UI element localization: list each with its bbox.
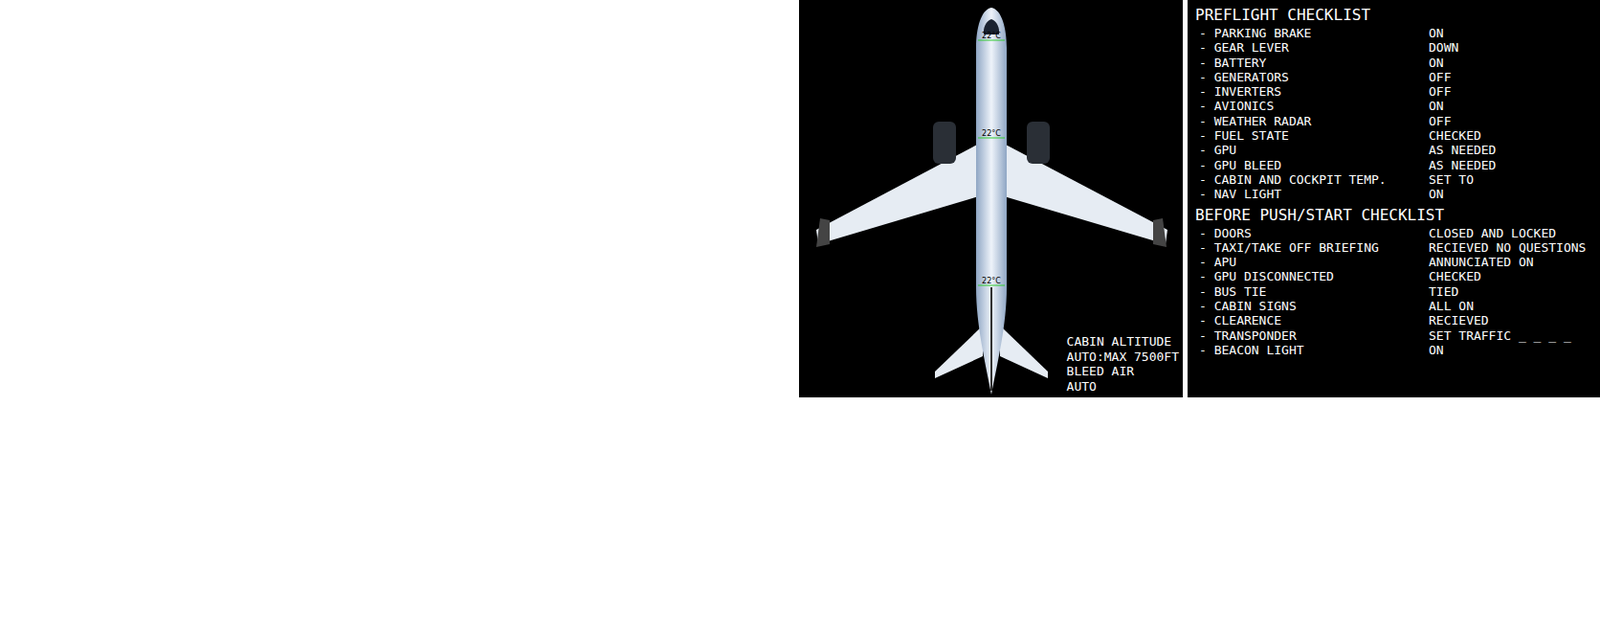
- item-value: AS NEEDED: [1428, 157, 1597, 173]
- checklist-row: - INVERTERS OFF: [1195, 84, 1597, 99]
- checklist-row: - GPU DISCONNECTED CHECKED: [1195, 268, 1597, 284]
- checklist-row: - FUEL STATE CHECKED: [1195, 128, 1597, 143]
- checklist-row: - PARKING BRAKE ON: [1195, 25, 1597, 41]
- checklist-row: - BATTERY ON: [1195, 55, 1597, 70]
- item-label: - APU: [1199, 254, 1429, 269]
- item-label: - GPU: [1199, 142, 1429, 157]
- item-value: ON: [1428, 186, 1597, 201]
- checklist-row: - DOORS CLOSED AND LOCKED: [1195, 225, 1597, 241]
- item-value: OFF: [1428, 113, 1597, 129]
- item-label: - DOORS: [1199, 225, 1429, 241]
- item-label: - GENERATORS: [1199, 69, 1429, 85]
- item-label: - FUEL STATE: [1199, 128, 1429, 143]
- item-value: CLOSED AND LOCKED: [1428, 225, 1597, 241]
- item-label: - GPU DISCONNECTED: [1199, 268, 1429, 284]
- item-value: RECIEVED: [1428, 312, 1597, 328]
- info-line: AUTO:MAX 7500FT: [1066, 349, 1179, 365]
- item-label: - INVERTERS: [1199, 84, 1429, 99]
- checklist-row: - CABIN AND COCKPIT TEMP. SET TO: [1195, 172, 1597, 187]
- item-value: SET TRAFFIC _ _ _ _: [1428, 328, 1597, 343]
- page: 22°C 22°C 22°C CABIN ALTITUDEAUTO:MAX 7500…: [0, 0, 1600, 632]
- checklist-row: - TAXI/TAKE OFF BRIEFING RECIEVED NO QUE…: [1195, 240, 1597, 255]
- item-value: ON: [1428, 98, 1597, 113]
- zone-temp: 22°C: [981, 129, 1001, 138]
- checklist-title: BEFORE PUSH/START CHECKLIST: [1195, 205, 1597, 225]
- checklist-row: - BUS TIE TIED: [1195, 284, 1597, 299]
- checklist-row: - GENERATORS OFF: [1195, 69, 1597, 85]
- checklist-row: - GPU BLEED AS NEEDED: [1195, 157, 1597, 173]
- item-value: ALL ON: [1428, 298, 1597, 313]
- item-value: ON: [1428, 25, 1597, 41]
- item-value: TIED: [1428, 284, 1597, 299]
- zone-temp: 22°C: [981, 31, 1001, 41]
- item-value: OFF: [1428, 69, 1597, 85]
- checklist-row: - GEAR LEVER DOWN: [1195, 40, 1597, 55]
- checklist-row: - TRANSPONDER SET TRAFFIC _ _ _ _: [1195, 328, 1597, 343]
- item-value: DOWN: [1428, 40, 1597, 55]
- item-value: CHECKED: [1428, 128, 1597, 143]
- item-value: ANNUNCIATED ON: [1428, 254, 1597, 269]
- item-label: - CLEARENCE: [1199, 312, 1429, 328]
- item-label: - TRANSPONDER: [1199, 328, 1429, 343]
- checklist-title: PREFLIGHT CHECKLIST: [1195, 5, 1597, 25]
- air-info: CABIN ALTITUDEAUTO:MAX 7500FTBLEED AIRAU…: [1066, 333, 1179, 394]
- info-line: BLEED AIR: [1066, 363, 1179, 379]
- item-label: - NAV LIGHT: [1199, 186, 1429, 201]
- item-label: - WEATHER RADAR: [1199, 113, 1429, 129]
- checklist-row: - NAV LIGHT ON: [1195, 186, 1597, 201]
- item-value: ON: [1428, 55, 1597, 70]
- item-value: AS NEEDED: [1428, 142, 1597, 157]
- item-label: - CABIN SIGNS: [1199, 298, 1429, 313]
- checklist-row: - CABIN SIGNS ALL ON: [1195, 298, 1597, 313]
- info-line: AUTO: [1066, 378, 1179, 395]
- item-label: - BUS TIE: [1199, 284, 1429, 299]
- item-value: RECIEVED NO QUESTIONS: [1428, 240, 1597, 255]
- checklist-row: - AVIONICS ON: [1195, 98, 1597, 113]
- item-value: ON: [1428, 342, 1597, 357]
- item-value: CHECKED: [1428, 268, 1597, 284]
- item-label: - BATTERY: [1199, 55, 1429, 70]
- item-value: SET TO: [1428, 172, 1597, 187]
- checklist-row: - CLEARENCE RECIEVED: [1195, 312, 1597, 328]
- item-label: - BEACON LIGHT: [1199, 342, 1429, 357]
- zone-temp: 22°C: [981, 276, 1001, 286]
- checklist-row: - BEACON LIGHT ON: [1195, 342, 1597, 357]
- item-label: - TAXI/TAKE OFF BRIEFING: [1199, 240, 1429, 255]
- checklist-row: - APU ANNUNCIATED ON: [1195, 254, 1597, 269]
- item-label: - GPU BLEED: [1199, 157, 1429, 173]
- checklist-panel: PREFLIGHT CHECKLIST - PARKING BRAKE ON- …: [1187, 0, 1600, 398]
- checklist-row: - GPU AS NEEDED: [1195, 142, 1597, 157]
- item-label: - AVIONICS: [1199, 98, 1429, 113]
- item-value: OFF: [1428, 84, 1597, 99]
- checklist: BEFORE PUSH/START CHECKLIST - DOORS CLOS…: [1195, 205, 1597, 358]
- info-line: CABIN ALTITUDE: [1066, 333, 1179, 350]
- checklist-row: - WEATHER RADAR OFF: [1195, 113, 1597, 129]
- item-label: - CABIN AND COCKPIT TEMP.: [1199, 172, 1429, 187]
- item-label: - PARKING BRAKE: [1199, 25, 1429, 41]
- checklist: PREFLIGHT CHECKLIST - PARKING BRAKE ON- …: [1195, 5, 1597, 202]
- aircraft-panel: 22°C 22°C 22°C CABIN ALTITUDEAUTO:MAX 7500…: [799, 0, 1183, 398]
- item-label: - GEAR LEVER: [1199, 40, 1429, 55]
